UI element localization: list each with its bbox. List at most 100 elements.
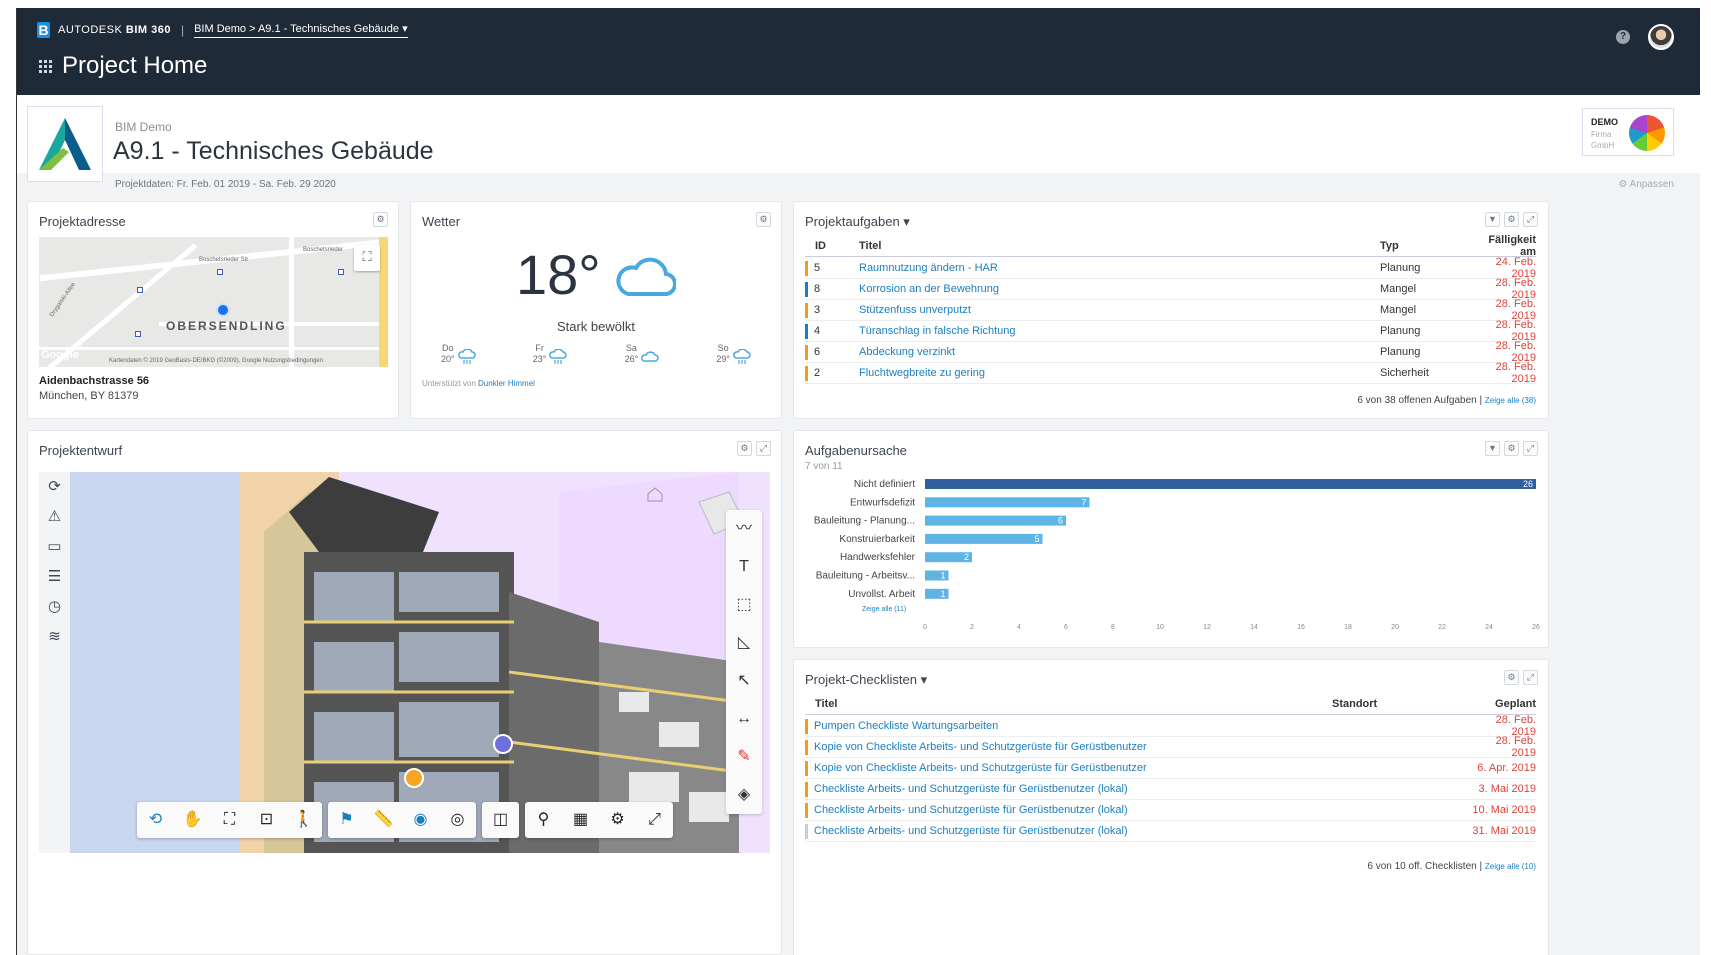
fullscreen-icon[interactable]: ⛶ xyxy=(354,245,380,271)
dimension-icon[interactable]: ↔ xyxy=(726,700,762,738)
orbit-icon[interactable]: ⟲ xyxy=(137,802,174,838)
expand-icon[interactable]: ⤢ xyxy=(1523,670,1538,685)
camera-icon[interactable]: ⚑ xyxy=(328,802,365,838)
task-title-link[interactable]: Raumnutzung ändern - HAR xyxy=(859,262,1380,274)
forecast-list: Do 20° Fr 23° Sa 26° So 29° xyxy=(441,343,751,365)
customize-link[interactable]: ⚙ Anpassen xyxy=(1618,179,1674,190)
company-logo-icon xyxy=(1629,115,1665,151)
tasks-title-dropdown[interactable]: Projektaufgaben ▾ xyxy=(805,214,910,230)
column-header[interactable]: Typ xyxy=(1380,240,1472,252)
bim360-logo-icon[interactable]: B xyxy=(37,22,50,38)
bar[interactable] xyxy=(925,533,1043,544)
breadcrumb[interactable]: BIM Demo > A9.1 - Technisches Gebäude ▾ xyxy=(194,22,408,38)
task-type: Planung xyxy=(1380,325,1421,337)
bar[interactable] xyxy=(925,515,1066,526)
explode-icon[interactable]: ◎ xyxy=(439,802,476,838)
checklist-title-link[interactable]: Checkliste Arbeits- und Schutzgerüste fü… xyxy=(814,783,1332,795)
table-row[interactable]: Pumpen Checkliste Wartungsarbeiten 28. Fe… xyxy=(805,714,1536,738)
expand-icon[interactable]: ⤢ xyxy=(1523,212,1538,227)
table-row[interactable]: 5 Raumnutzung ändern - HAR Planung 24. Feb.… xyxy=(805,256,1536,280)
show-all-causes-link[interactable]: Zeige alle (11) xyxy=(862,606,906,613)
table-row[interactable]: 3 Stützenfuss unverputzt Mangel 28. Feb. 20… xyxy=(805,298,1536,322)
column-header[interactable]: Titel xyxy=(859,240,1380,252)
zoom-window-icon[interactable]: ⊡ xyxy=(248,802,285,838)
x-tick-label: 16 xyxy=(1297,624,1305,631)
fullscreen-icon[interactable]: ⤢ xyxy=(636,802,673,838)
markup-icon[interactable]: ⟳ xyxy=(39,472,70,502)
arrow-icon[interactable]: ↖ xyxy=(726,662,762,700)
settings-icon[interactable]: ⚙ xyxy=(737,441,752,456)
history-icon[interactable]: ◷ xyxy=(39,592,70,622)
model-browser-icon[interactable]: ⚲ xyxy=(525,802,562,838)
checklist-due-date: 28. Feb. 2019 xyxy=(1495,735,1536,759)
cloud-icon xyxy=(616,257,676,297)
task-title-link[interactable]: Stützenfuss unverputzt xyxy=(859,304,1380,316)
expand-icon[interactable]: ⤢ xyxy=(756,441,771,456)
table-row[interactable]: 6 Abdeckung verzinkt Planung 28. Feb. 2019 xyxy=(805,340,1536,364)
avatar[interactable] xyxy=(1648,24,1674,50)
settings-icon[interactable]: ⚙ xyxy=(599,802,636,838)
settings-icon[interactable]: ⚙ xyxy=(756,212,771,227)
table-row[interactable]: Kopie von Checkliste Arbeits- und Schutz… xyxy=(805,735,1536,759)
checklist-title-link[interactable]: Kopie von Checkliste Arbeits- und Schutz… xyxy=(814,762,1332,774)
map-street-label: Drygalski-Allee xyxy=(49,281,77,319)
bar[interactable] xyxy=(925,497,1090,508)
category-label: Unvollst. Arbeit xyxy=(848,589,915,600)
show-all-tasks-link[interactable]: Zeige alle (38) xyxy=(1485,396,1536,405)
column-header[interactable]: ID xyxy=(805,240,859,252)
map-attribution[interactable]: Kartendaten © 2019 GeoBasis-DE/BKG (©200… xyxy=(109,358,323,364)
table-row[interactable]: 2 Fluchtwegbreite zu gering Sicherheit 28. … xyxy=(805,361,1536,385)
table-row[interactable]: Checkliste Arbeits- und Schutzgerüste fü… xyxy=(805,800,1536,821)
checklist-title-link[interactable]: Checkliste Arbeits- und Schutzgerüste fü… xyxy=(814,804,1332,816)
map-street-label: Boschetsrieder xyxy=(303,247,344,253)
column-header[interactable]: Standort xyxy=(1332,698,1472,710)
walk-icon[interactable]: 🚶 xyxy=(285,802,322,838)
properties-icon[interactable]: ▦ xyxy=(562,802,599,838)
table-row[interactable]: Kopie von Checkliste Arbeits- und Schutz… xyxy=(805,758,1536,779)
checklist-title-link[interactable]: Checkliste Arbeits- und Schutzgerüste fü… xyxy=(814,825,1332,837)
checklist-title-link[interactable]: Pumpen Checkliste Wartungsarbeiten xyxy=(814,720,1332,732)
column-header[interactable]: Fälligkeit am xyxy=(1472,234,1536,258)
filter-icon[interactable]: ▼ xyxy=(1485,212,1500,227)
zoom-fit-icon[interactable]: ⛶ xyxy=(211,802,248,838)
status-color-bar xyxy=(805,802,808,818)
settings-icon[interactable]: ⚙ xyxy=(373,212,388,227)
rectangle-icon[interactable]: ⬚ xyxy=(726,586,762,624)
app-grid-icon[interactable] xyxy=(39,59,52,73)
pan-icon[interactable]: ✋ xyxy=(174,802,211,838)
fill-icon[interactable]: ◈ xyxy=(726,776,762,814)
table-row[interactable]: 4 Türanschlag in falsche Richtung Planung 2… xyxy=(805,319,1536,343)
category-label: Nicht definiert xyxy=(854,479,915,490)
measure-icon[interactable]: 📏 xyxy=(365,802,402,838)
help-icon[interactable]: ? xyxy=(1616,30,1630,44)
table-row[interactable]: 8 Korrosion an der Bewehrung Mangel 28. Feb… xyxy=(805,277,1536,301)
task-title-link[interactable]: Korrosion an der Bewehrung xyxy=(859,283,1380,295)
location-pin-icon[interactable] xyxy=(216,303,230,317)
rfi-icon[interactable]: ▭ xyxy=(39,532,70,562)
model-viewer[interactable]: ⟳ ⚠ ▭ ☰ ◷ ≋ 〰 T ⬚ ◺ ↖ ↔ ✎ ◈ ⟲ ✋ ⛶ ⊡ 🚶 ⚑ … xyxy=(39,472,770,853)
issues-icon[interactable]: ⚠ xyxy=(39,502,70,532)
checklist-title-link[interactable]: Kopie von Checkliste Arbeits- und Schutz… xyxy=(814,741,1332,753)
weather-source-link[interactable]: Dunkler Himmel xyxy=(478,379,535,388)
task-title-link[interactable]: Türanschlag in falsche Richtung xyxy=(859,325,1380,337)
section-eye-icon[interactable]: ◉ xyxy=(402,802,439,838)
checklists-title-dropdown[interactable]: Projekt-Checklisten ▾ xyxy=(805,672,927,688)
text-icon[interactable]: T xyxy=(726,548,762,586)
show-all-checklists-link[interactable]: Zeige alle (10) xyxy=(1485,862,1536,871)
settings-icon[interactable]: ⚙ xyxy=(1504,212,1519,227)
settings-icon[interactable]: ⚙ xyxy=(1504,670,1519,685)
sheets-icon[interactable]: ☰ xyxy=(39,562,70,592)
table-row[interactable]: Checkliste Arbeits- und Schutzgerüste fü… xyxy=(805,779,1536,800)
task-title-link[interactable]: Abdeckung verzinkt xyxy=(859,346,1380,358)
map[interactable]: Boschetsrieder Str Boschetsrieder Drygal… xyxy=(39,237,388,367)
task-title-link[interactable]: Fluchtwegbreite zu gering xyxy=(859,367,1380,379)
table-row[interactable]: Checkliste Arbeits- und Schutzgerüste fü… xyxy=(805,821,1536,842)
split-view-icon[interactable]: ◫ xyxy=(482,802,519,838)
freehand-icon[interactable]: 〰 xyxy=(726,510,762,548)
bar[interactable] xyxy=(925,479,1536,489)
layers-icon[interactable]: ≋ xyxy=(39,622,70,652)
pen-icon[interactable]: ✎ xyxy=(726,738,762,776)
column-header[interactable]: Titel xyxy=(805,698,1332,710)
column-header[interactable]: Geplant xyxy=(1472,698,1536,710)
callout-icon[interactable]: ◺ xyxy=(726,624,762,662)
